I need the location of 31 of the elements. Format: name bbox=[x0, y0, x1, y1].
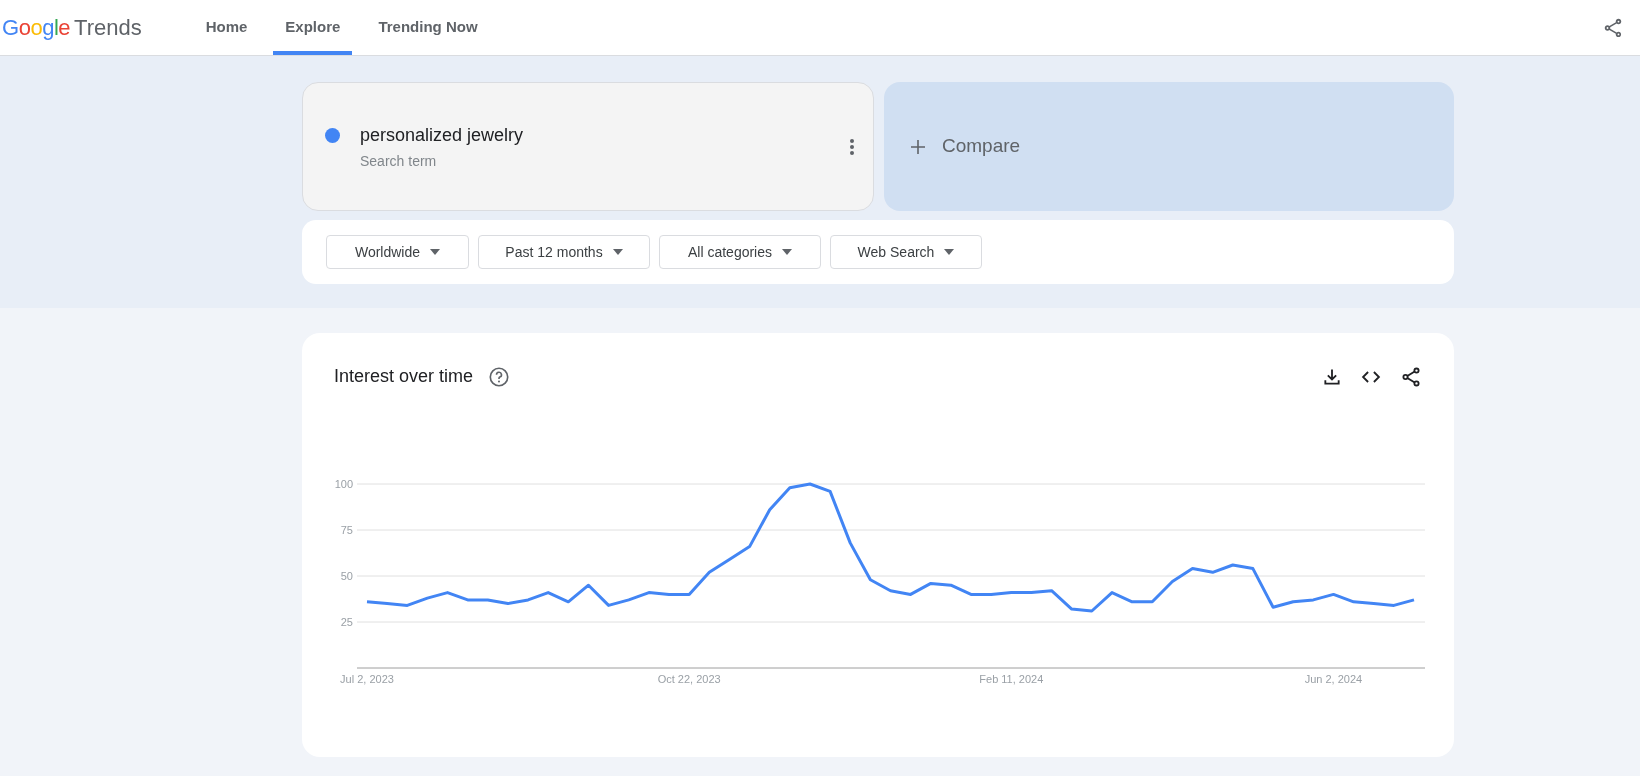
search-term: personalized jewelry bbox=[360, 123, 524, 147]
dropdown-arrow-icon bbox=[944, 249, 955, 255]
compare-button[interactable]: Compare bbox=[884, 82, 1454, 211]
share-icon[interactable] bbox=[1602, 16, 1624, 39]
x-tick-label: Jun 2, 2024 bbox=[1304, 673, 1363, 685]
card-title: Interest over time bbox=[334, 365, 474, 388]
filter-dropdown[interactable]: Web Search bbox=[830, 235, 982, 269]
y-tick-label: 100 bbox=[334, 478, 353, 490]
filter-dropdown[interactable]: Past 12 months bbox=[478, 235, 650, 269]
dropdown-arrow-icon bbox=[430, 249, 441, 255]
x-tick-label: Oct 22, 2023 bbox=[657, 673, 721, 685]
plus-icon bbox=[910, 138, 926, 155]
nav-tab[interactable]: Trending Now bbox=[366, 0, 490, 55]
nav-tab[interactable]: Home bbox=[193, 0, 260, 55]
more-options-icon[interactable] bbox=[849, 137, 855, 156]
x-tick-label: Jul 2, 2023 bbox=[340, 673, 394, 685]
share-icon[interactable] bbox=[1400, 365, 1422, 388]
filter-dropdown[interactable]: All categories bbox=[659, 235, 821, 269]
term-type-label: Search term bbox=[360, 151, 437, 171]
help-icon[interactable] bbox=[488, 365, 511, 388]
x-tick-label: Feb 11, 2024 bbox=[979, 673, 1044, 685]
dropdown-arrow-icon bbox=[612, 249, 623, 255]
filter-dropdown[interactable]: Worldwide bbox=[326, 235, 469, 269]
search-term-card[interactable]: personalized jewelry Search term bbox=[302, 82, 874, 211]
y-tick-label: 25 bbox=[340, 616, 353, 628]
compare-label: Compare bbox=[942, 134, 1021, 159]
y-tick-label: 50 bbox=[340, 570, 353, 582]
logo-text[interactable]: Google bbox=[2, 11, 70, 44]
logo-text[interactable]: Trends bbox=[74, 11, 142, 44]
y-tick-label: 75 bbox=[340, 524, 353, 536]
dropdown-arrow-icon bbox=[782, 249, 792, 255]
